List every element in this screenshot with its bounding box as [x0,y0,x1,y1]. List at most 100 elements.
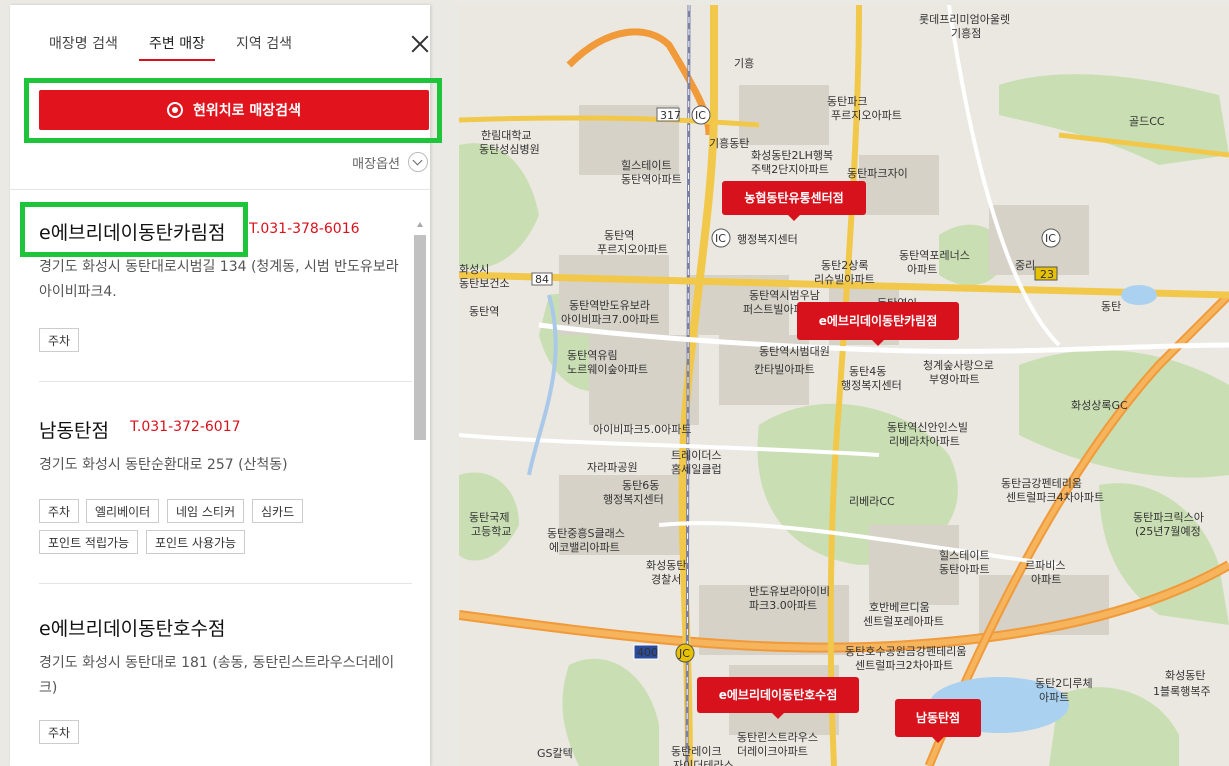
map-canvas: 317 IC IC IC 23 84 400 JC 롯데프리미엄아울렛기흥점기흥… [459,5,1229,766]
store-options-toggle[interactable]: 매장옵션 [352,152,430,172]
tag-parking: 주차 [39,499,80,523]
map-place-label: 동탄역 [604,229,634,242]
map-pin-nonghyup[interactable]: 농협동탄유통센터점 [722,181,866,221]
map-place-label: 동탄역신안인스빌 [887,421,968,434]
map-place-label: 동탄보건소 [459,277,510,290]
map-place-label: 경찰서 [651,573,681,586]
store-list: e에브리데이동탄카림점 T.031-378-6016 경기도 화성시 동탄대로시… [39,191,412,766]
map-place-label: 동탄 [1101,300,1121,313]
map-place-label: 동탄국제 [469,511,509,524]
map-place-label: 호반베르디움 [869,601,930,614]
map-place-label: 화성상록GC [1071,399,1128,412]
map-place-label: 르파비스 [1025,559,1065,572]
road-badge-label: 23 [1040,268,1054,281]
list-scrollbar[interactable] [414,218,426,766]
map-place-label: 홈세일클럽 [671,462,722,476]
store-options-label: 매장옵션 [352,156,400,172]
map-place-label: 동탄역포레너스 [899,249,970,262]
map-place-label: 아파트 [907,263,937,276]
map-place-label: 주택2단지아파트 [751,163,829,176]
road-badge-label: IC [1045,232,1056,245]
map-place-label: 동탄역시범우남 [749,289,820,302]
map-place-label: 화성동탄2LH행복 [751,149,833,162]
map-place-label: (25년7월예정 [1135,525,1201,538]
map-place-label: 기흥 [734,56,754,70]
map-place-label: 노르웨이숲아파트 [567,363,648,376]
tab-region-search[interactable]: 지역 검색 [236,33,292,53]
locate-search-button[interactable]: 현위치로 매장검색 [39,90,429,130]
map-pin-karim[interactable]: e에브리데이동탄카림점 [797,302,959,346]
map-place-label: 부영아파트 [929,373,980,386]
tag-parking: 주차 [39,328,80,352]
map-place-label: 푸르지오아파트 [597,243,668,256]
map-place-label: 동탄호수공원금강펜테리움 [845,645,966,658]
map-place-label: 아파트 [1031,573,1061,586]
location-target-icon [167,102,184,118]
tag-elevator: 엘리베이터 [86,499,160,523]
map-place-label: 리베라차아파트 [889,435,960,448]
map-place-label: 동탄린스트라우스 [737,731,818,744]
map-place-label: 동탄6동 [622,479,659,492]
map-place-label: 더레이크아파트 [737,745,808,758]
active-tab-indicator [139,59,215,61]
map-place-label: 동탄아파트 [939,563,990,576]
tab-nearby-stores[interactable]: 주변 매장 [149,33,205,53]
map-place-label: 자이더테라스 [673,759,734,766]
tag-point-earn: 포인트 적립가능 [39,530,139,554]
map-place-label: 화성시 [459,263,489,276]
road-badge-label: IC [715,232,726,245]
road-badge-label: 317 [660,109,681,122]
map-place-label: 동탄금강펜테리움 [1001,477,1082,490]
map-pin-namdongtan[interactable]: 남동탄점 [895,699,981,743]
scroll-thumb[interactable] [414,235,426,440]
store-name[interactable]: e에브리데이동탄호수점 [39,614,226,641]
search-tabs: 매장명 검색 주변 매장 지역 검색 [10,5,430,65]
locate-search-label: 현위치로 매장검색 [193,103,301,119]
map-place-label: 동탄역유림 [567,349,618,362]
road-badge-label: IC [695,109,706,122]
map-place-label: 동탄2상록 [821,259,868,272]
map-place-label: 동탄4동 [849,365,886,378]
store-address: 경기도 화성시 동탄순환대로 257 (산척동) [39,457,288,473]
close-icon[interactable] [408,32,432,56]
map-place-label: 파크3.0아파트 [749,599,817,612]
store-name[interactable]: 남동탄점 [39,416,109,443]
store-phone[interactable]: T.031-378-6016 [249,221,360,237]
map-place-label: 골드CC [1129,115,1165,128]
map-place-label: 화성동탄 [646,559,686,572]
map-place-label: 반도유보라아이비 [749,585,830,598]
tag-sim-card: 심카드 [252,499,304,523]
map-place-label: 센트럴파크4차아파트 [1006,491,1104,504]
divider [10,189,430,190]
map-pin-hosu[interactable]: e에브리데이동탄호수점 [697,677,859,719]
map-place-label: 트레이더스 [671,449,722,462]
store-map[interactable]: 317 IC IC IC 23 84 400 JC 롯데프리미엄아울렛 기흥점 기흥… [459,5,1229,766]
map-place-label: 칸타빌아파트 [754,363,815,376]
map-place-label: 동탄역시범대원 [759,345,830,358]
map-place-label: 아이비파크7.0아파트 [561,313,659,326]
map-place-label: 힐스테이트 [939,549,990,562]
road-badge-label: JC [678,647,690,660]
road-badge-label: 400 [637,646,658,659]
road-badge-label: 84 [535,273,549,286]
store-address: 경기도 화성시 동탄대로 181 (송동, 동탄린스트라우스더레이크) [39,655,395,696]
map-place-label: GS칼텍 [537,747,573,760]
map-place-label: 힐스테이트 [621,159,672,172]
map-place-label: 청계숲사랑으로 [923,359,994,372]
map-place-label: 동탄파크릭스아 [1133,511,1204,524]
store-separator [39,381,412,382]
map-place-label: 자라파공원 [587,461,638,474]
scroll-up-arrow-icon[interactable] [417,222,423,227]
map-place-label: 롯데프리미엄아울렛 [919,13,1010,26]
store-search-panel: 매장명 검색 주변 매장 지역 검색 현위치로 매장검색 매장옵션 e에브리데이… [10,5,442,766]
map-place-label: 센트럴파크2차아파트 [855,659,953,672]
store-address: 경기도 화성시 동탄대로시범길 134 (청계동, 시범 반도유보라아이비파크4… [39,259,399,300]
map-place-label: 동탄2디루체 [1035,677,1093,690]
map-place-label: 고등학교 [471,525,511,538]
map-place-label: 푸르지오아파트 [831,109,902,122]
map-place-label: 화성동탄 [1165,669,1205,682]
tab-store-name-search[interactable]: 매장명 검색 [49,33,118,53]
store-separator [39,583,412,584]
store-phone[interactable]: T.031-372-6017 [130,419,241,435]
chevron-down-icon [408,152,428,172]
